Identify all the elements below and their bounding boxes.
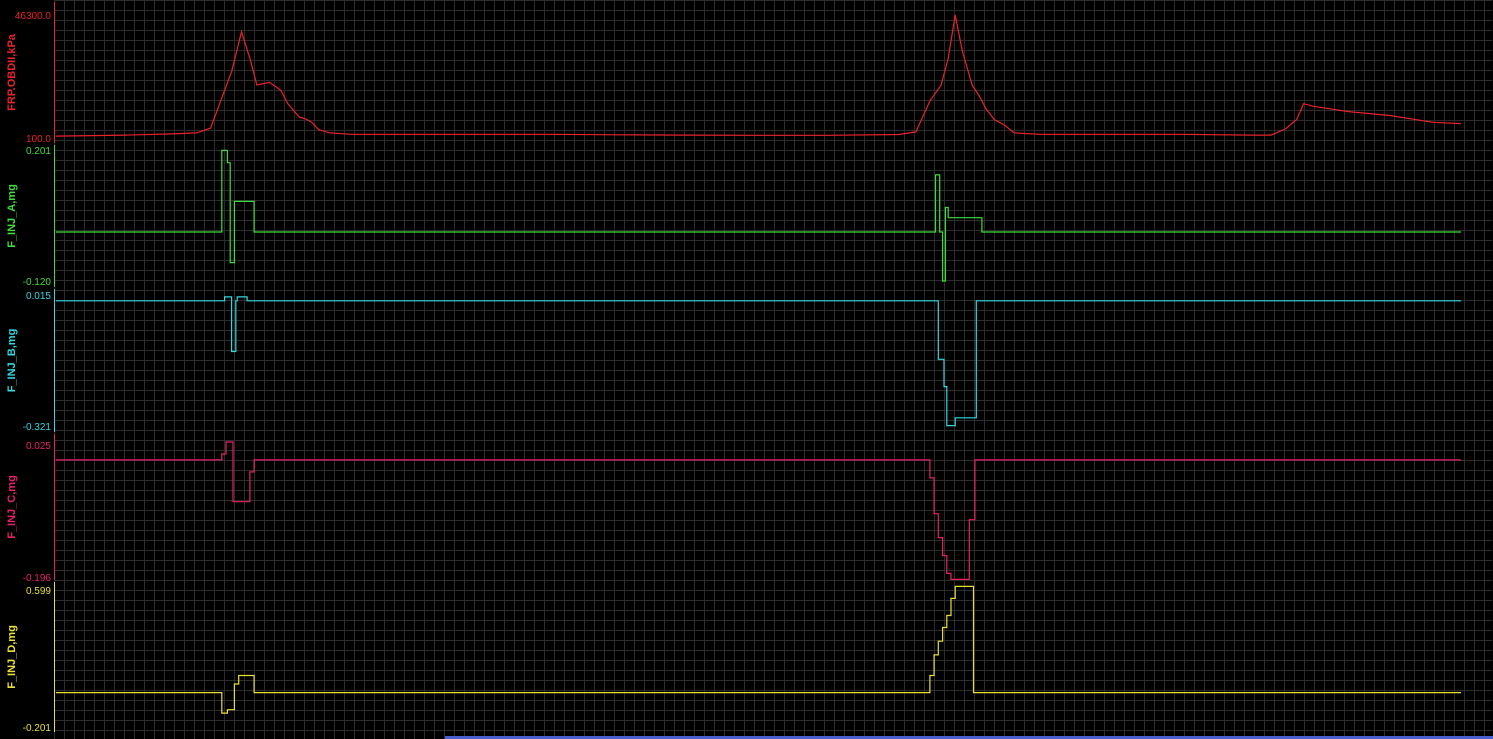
y-min-label: -0.201	[23, 723, 52, 734]
y-axis-label: F_INJ_A,mg	[6, 184, 18, 248]
y-max-label: 0.015	[26, 291, 51, 302]
y-max-label: 0.025	[26, 441, 51, 452]
y-axis-label: F_INJ_D,mg	[6, 625, 18, 689]
scope-chart: FRP.OBDII,kPa 46300.0 100.0 F_INJ_A,mg 0.201…	[0, 0, 1493, 739]
y-min-label: -0.321	[23, 422, 52, 433]
y-max-label: 0.201	[26, 146, 51, 157]
y-min-label: 100.0	[26, 134, 51, 145]
y-max-label: 0.599	[26, 586, 51, 597]
y-axis-label: F_INJ_B,mg	[6, 329, 18, 393]
y-max-label: 46300.0	[15, 11, 52, 22]
y-axis-label: F_INJ_C,mg	[6, 475, 18, 539]
y-min-label: -0.120	[23, 277, 52, 288]
y-min-label: -0.196	[23, 573, 52, 584]
y-axis-label: FRP.OBDII,kPa	[6, 33, 18, 111]
